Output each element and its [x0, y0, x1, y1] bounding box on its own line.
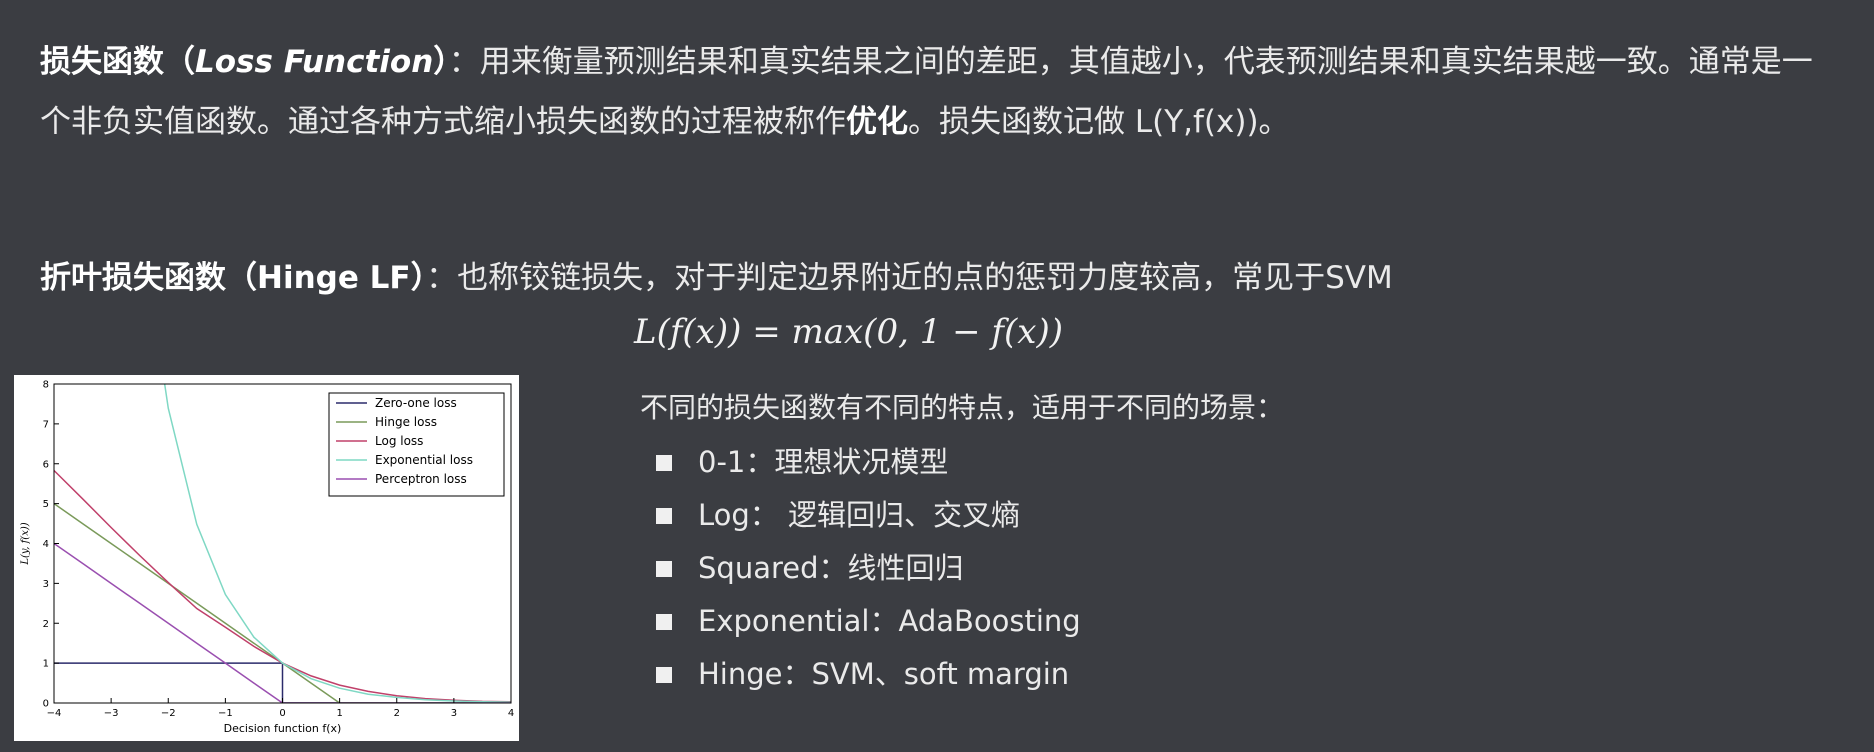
y-tick-label: 8 [43, 380, 49, 391]
list-item-text: Hinge：SVM、soft margin [698, 657, 1070, 691]
loss-types-intro: 不同的损失函数有不同的特点，适用于不同的场景： [640, 391, 1285, 424]
loss-function-term-en: Loss Function [195, 44, 434, 80]
hinge-loss-formula: L(f(x)) = max(0, 1 − f(x)) [634, 312, 1063, 352]
x-axis-label: Decision function f(x) [224, 722, 342, 735]
hinge-loss-definition: 折叶损失函数（Hinge LF）：也称铰链损失，对于判定边界附近的点的惩罚力度较… [40, 248, 1840, 308]
x-tick-label: 3 [451, 708, 457, 719]
y-tick-label: 7 [43, 419, 49, 430]
x-tick-label: 2 [394, 708, 400, 719]
list-item-text: Log： 逻辑回归、交叉熵 [698, 498, 1021, 532]
x-tick-label: 1 [336, 708, 342, 719]
legend-label: Exponential loss [375, 453, 473, 467]
legend-label: Zero-one loss [375, 396, 457, 410]
series-line-zero-one-loss [54, 662, 511, 703]
optimization-term: 优化 [846, 104, 908, 140]
y-tick-label: 1 [43, 659, 49, 670]
x-tick-label: −4 [47, 708, 62, 719]
bullet-square-icon [656, 666, 672, 683]
hinge-loss-term: 折叶损失函数（Hinge LF） [40, 260, 427, 296]
loss-function-definition: 损失函数（Loss Function）：用来衡量预测结果和真实结果之间的差距，其… [40, 32, 1840, 152]
x-tick-label: 0 [279, 708, 285, 719]
y-tick-label: 2 [43, 619, 49, 630]
bullet-square-icon [656, 560, 672, 577]
y-tick-label: 5 [43, 499, 49, 510]
list-item-text: Exponential：AdaBoosting [698, 604, 1081, 638]
list-item-text: 0-1：理想状况模型 [698, 445, 949, 479]
loss-function-notation: 。损失函数记做 L(Y,f(x))。 [908, 104, 1290, 140]
y-tick-label: 0 [43, 699, 49, 710]
bullet-square-icon [656, 454, 672, 471]
loss-comparison-chart: −4 −3 −2 −1 0 1 2 3 4 0 1 2 3 4 5 6 7 8 Decision function … [14, 375, 519, 741]
legend-label: Hinge loss [375, 415, 437, 429]
legend-label: Log loss [375, 434, 423, 448]
list-item: Squared：线性回归 [656, 542, 1081, 595]
bullet-square-icon [656, 507, 672, 524]
list-item: Log： 逻辑回归、交叉熵 [656, 489, 1081, 542]
list-item: 0-1：理想状况模型 [656, 436, 1081, 489]
x-tick-label: −2 [161, 708, 176, 719]
list-item: Hinge：SVM、soft margin [656, 648, 1081, 701]
y-tick-label: 6 [43, 459, 49, 470]
loss-chart-svg: −4 −3 −2 −1 0 1 2 3 4 0 1 2 3 4 5 6 7 8 Decision function … [20, 380, 514, 736]
list-item: Exponential：AdaBoosting [656, 595, 1081, 648]
x-tick-label: 4 [508, 708, 514, 719]
y-tick-label: 3 [43, 579, 49, 590]
hinge-loss-text: ：也称铰链损失，对于判定边界附近的点的惩罚力度较高，常见于SVM [426, 260, 1393, 296]
loss-function-term-close: ） [433, 44, 449, 80]
x-tick-label: −1 [218, 708, 233, 719]
loss-types-list: 0-1：理想状况模型 Log： 逻辑回归、交叉熵 Squared：线性回归 Ex… [656, 436, 1081, 701]
loss-function-term: 损失函数（ [40, 44, 195, 80]
list-item-text: Squared：线性回归 [698, 551, 964, 585]
legend-label: Perceptron loss [375, 472, 467, 486]
y-tick-label: 4 [43, 539, 49, 550]
y-axis-label: L(y, f(x)) [20, 522, 31, 565]
bullet-square-icon [656, 613, 672, 630]
x-tick-label: −3 [104, 708, 119, 719]
